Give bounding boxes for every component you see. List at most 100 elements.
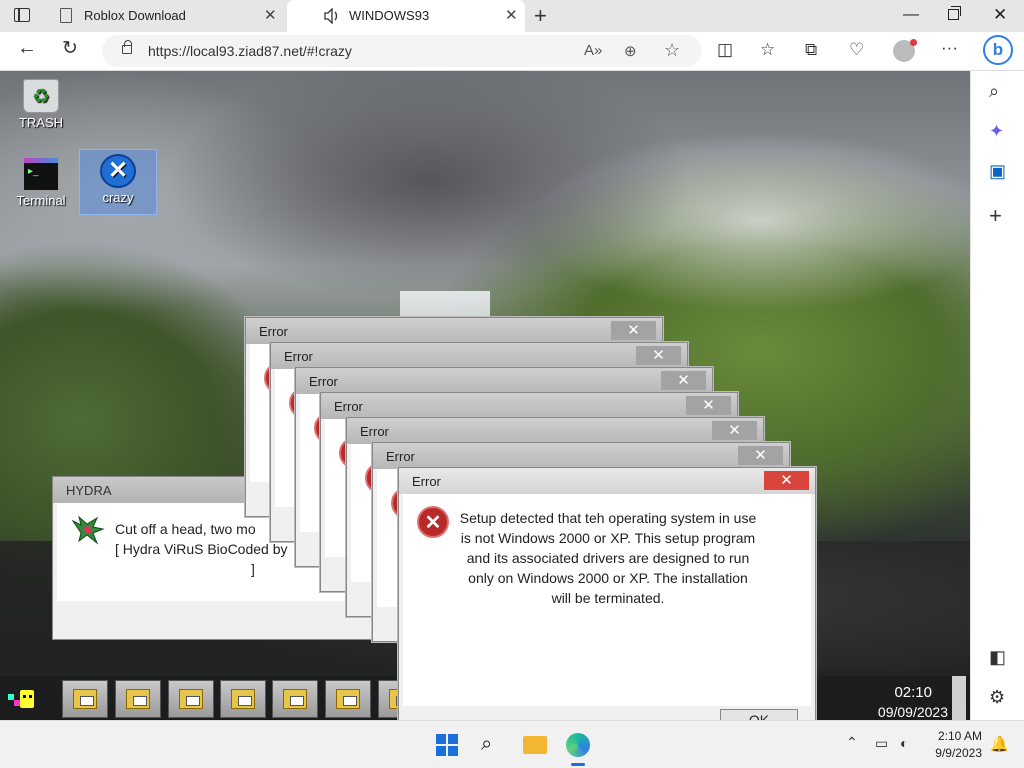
window-title: Error bbox=[360, 424, 389, 439]
tab-close-button[interactable]: ✕ bbox=[505, 6, 518, 24]
start-button-windows-icon[interactable] bbox=[436, 734, 458, 756]
read-aloud-icon[interactable]: A» bbox=[584, 42, 602, 59]
refresh-button[interactable]: ↻ bbox=[62, 37, 78, 60]
window-title: Error bbox=[334, 399, 363, 414]
icon-label: Terminal bbox=[16, 193, 66, 208]
terminal-icon bbox=[23, 157, 59, 191]
windows93-start-icon[interactable] bbox=[6, 686, 42, 712]
tab-close-button[interactable]: ✕ bbox=[264, 6, 277, 24]
window-icon bbox=[231, 689, 255, 709]
zoom-icon[interactable]: ⊕ bbox=[624, 42, 637, 60]
title-bar[interactable]: Error ✕ bbox=[373, 443, 789, 469]
edge-sidebar: ⌕ ✦ ▣ + ◧ ⚙ bbox=[970, 71, 1024, 720]
window-title: Error bbox=[412, 474, 441, 489]
speaker-icon[interactable] bbox=[323, 8, 341, 24]
split-screen-icon[interactable]: ◫ bbox=[717, 40, 733, 60]
restore-button[interactable] bbox=[948, 6, 961, 20]
taskbar-window-button[interactable] bbox=[115, 680, 161, 718]
collections-icon[interactable]: ⧉ bbox=[805, 40, 817, 60]
browser-essentials-icon[interactable]: ♡ bbox=[849, 40, 864, 60]
title-bar[interactable]: Error ✕ bbox=[296, 368, 712, 394]
icon-label: crazy bbox=[102, 190, 134, 205]
bing-chat-icon[interactable]: b bbox=[983, 35, 1013, 65]
edge-browser-icon[interactable] bbox=[566, 733, 590, 757]
file-explorer-icon[interactable] bbox=[523, 736, 547, 754]
title-bar[interactable]: Error ✕ bbox=[246, 318, 662, 344]
tab-windows93[interactable]: WINDOWS93 ✕ bbox=[287, 0, 525, 32]
title-bar[interactable]: Error ✕ bbox=[321, 393, 737, 419]
more-menu-icon[interactable]: ··· bbox=[941, 38, 958, 58]
icon-label: TRASH bbox=[18, 115, 64, 130]
close-button[interactable]: ✕ bbox=[712, 421, 757, 440]
close-button[interactable]: ✕ bbox=[764, 471, 809, 490]
search-icon[interactable]: ⌕ bbox=[481, 733, 492, 756]
window-title: Error bbox=[284, 349, 313, 364]
url-text[interactable]: https://local93.ziad87.net/#!crazy bbox=[148, 43, 352, 59]
minimize-button[interactable]: — bbox=[903, 6, 919, 24]
scrollbar[interactable] bbox=[952, 676, 966, 720]
window-title: HYDRA bbox=[66, 483, 112, 498]
title-bar[interactable]: Error ✕ bbox=[271, 343, 687, 369]
address-toolbar: ← ↻ https://local93.ziad87.net/#!crazy A… bbox=[0, 32, 1024, 71]
tab-title: Roblox Download bbox=[84, 8, 186, 23]
taskbar-window-button[interactable] bbox=[325, 680, 371, 718]
tab-bar: Roblox Download ✕ WINDOWS93 ✕ + — ✕ bbox=[0, 0, 1024, 32]
back-button[interactable]: ← bbox=[17, 37, 37, 60]
window-icon bbox=[179, 689, 203, 709]
hide-sidebar-icon[interactable]: ◧ bbox=[989, 647, 1006, 668]
w93-clock-date: 09/09/2023 bbox=[877, 704, 948, 720]
taskbar-window-button[interactable] bbox=[272, 680, 318, 718]
dialog-body: ✕ Setup detected that teh operating syst… bbox=[403, 494, 811, 706]
close-button[interactable]: ✕ bbox=[661, 371, 706, 390]
desktop-icon-trash[interactable]: TRASH bbox=[2, 75, 80, 141]
address-bar[interactable]: https://local93.ziad87.net/#!crazy A» ⊕ … bbox=[102, 35, 702, 67]
favorites-icon[interactable]: ☆ bbox=[760, 40, 775, 60]
system-clock-time[interactable]: 2:10 AM bbox=[920, 729, 982, 743]
profile-avatar[interactable] bbox=[893, 39, 917, 62]
recycle-bin-icon bbox=[23, 79, 59, 113]
volume-icon[interactable]: ◐ bbox=[900, 735, 908, 751]
search-icon[interactable]: ⌕ bbox=[989, 81, 999, 102]
close-button[interactable]: ✕ bbox=[738, 446, 783, 465]
favorite-star-icon[interactable]: ☆ bbox=[664, 40, 680, 61]
window-icon bbox=[336, 689, 360, 709]
tab-title: WINDOWS93 bbox=[349, 8, 430, 23]
window-icon bbox=[126, 689, 150, 709]
taskbar-window-button[interactable] bbox=[168, 680, 214, 718]
title-bar[interactable]: Error ✕ bbox=[347, 418, 763, 444]
window-title: Error bbox=[259, 324, 288, 339]
new-tab-button[interactable]: + bbox=[534, 3, 547, 29]
notification-bell-icon[interactable]: 🔔 bbox=[990, 735, 1009, 753]
tab-roblox-download[interactable]: Roblox Download ✕ bbox=[48, 0, 286, 32]
close-window-button[interactable]: ✕ bbox=[993, 5, 1007, 25]
page-icon bbox=[60, 8, 72, 23]
window-icon bbox=[283, 689, 307, 709]
close-button[interactable]: ✕ bbox=[686, 396, 731, 415]
desktop-icon-crazy[interactable]: ✕ crazy bbox=[79, 149, 157, 215]
settings-gear-icon[interactable]: ⚙ bbox=[989, 687, 1005, 708]
tab-actions-icon[interactable] bbox=[14, 8, 30, 22]
taskbar-window-button[interactable] bbox=[220, 680, 266, 718]
title-bar[interactable]: Error ✕ bbox=[399, 468, 815, 494]
system-clock-date[interactable]: 9/9/2023 bbox=[920, 746, 982, 760]
crazy-x-icon: ✕ bbox=[100, 154, 136, 188]
desktop-icon-terminal[interactable]: Terminal bbox=[2, 153, 80, 219]
close-button[interactable]: ✕ bbox=[611, 321, 656, 340]
close-button[interactable]: ✕ bbox=[636, 346, 681, 365]
error-dialog-front[interactable]: Error ✕ ✕ Setup detected that teh operat… bbox=[398, 467, 816, 720]
taskbar-window-button[interactable] bbox=[62, 680, 108, 718]
hydra-dragon-icon bbox=[71, 515, 105, 545]
error-message: Setup detected that teh operating system… bbox=[459, 510, 757, 606]
window-icon bbox=[73, 689, 97, 709]
active-app-indicator bbox=[571, 763, 585, 766]
windows93-desktop[interactable]: TRASH Terminal ✕ crazy HYDRA Cut off a h… bbox=[0, 71, 970, 720]
windows-taskbar: ⌕ ⌃ ▭ ◐ 2:10 AM 9/9/2023 🔔 bbox=[0, 720, 1024, 768]
add-icon[interactable]: + bbox=[989, 203, 1002, 229]
w93-clock-time: 02:10 bbox=[894, 684, 932, 701]
network-icon[interactable]: ▭ bbox=[875, 735, 888, 752]
outlook-icon[interactable]: ▣ bbox=[989, 161, 1006, 182]
tools-icon[interactable]: ✦ bbox=[989, 121, 1004, 142]
show-hidden-icons-chevron[interactable]: ⌃ bbox=[846, 734, 858, 751]
ok-button[interactable]: OK bbox=[720, 709, 798, 720]
lock-icon[interactable] bbox=[122, 40, 132, 54]
